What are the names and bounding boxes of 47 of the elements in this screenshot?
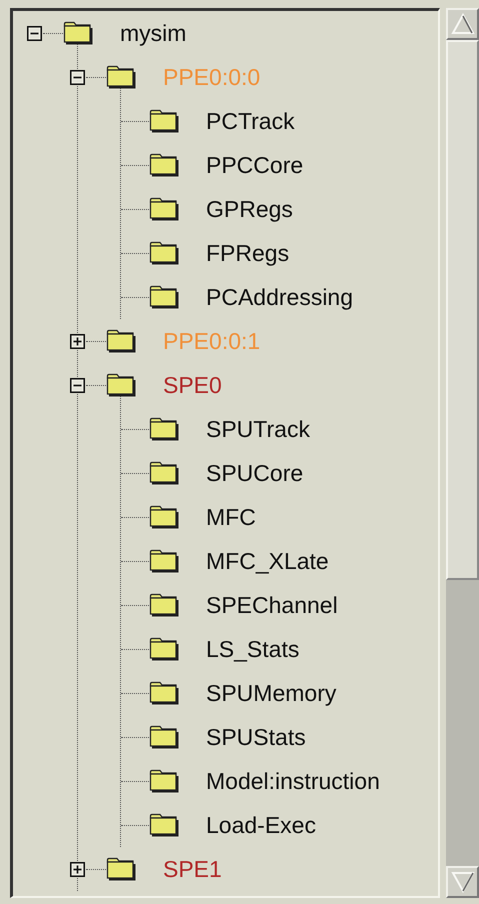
node-label[interactable]: SPE1: [163, 858, 222, 880]
folder-icon: [106, 857, 137, 881]
folder-icon: [149, 153, 180, 177]
folder-icon: [149, 549, 180, 573]
node-label[interactable]: PCAddressing: [206, 286, 354, 308]
node-label[interactable]: SPUCore: [206, 462, 304, 484]
collapse-toggle[interactable]: [27, 26, 42, 40]
folder-icon: [149, 285, 180, 309]
folder-icon: [149, 109, 180, 133]
folder-icon: [63, 21, 94, 45]
node-label[interactable]: SPUTrack: [206, 418, 310, 440]
folder-icon: [149, 813, 180, 837]
scroll-down-button[interactable]: [446, 866, 479, 898]
node-label[interactable]: GPRegs: [206, 198, 293, 220]
node-label[interactable]: SPUMemory: [206, 682, 336, 704]
folder-icon: [106, 373, 137, 397]
scrollbar-track[interactable]: [446, 8, 479, 898]
collapse-toggle[interactable]: [70, 70, 85, 84]
folder-icon: [149, 417, 180, 441]
collapse-toggle[interactable]: [70, 378, 85, 392]
folder-icon: [149, 241, 180, 265]
node-label[interactable]: SPE0: [163, 374, 222, 396]
scrollbar-thumb[interactable]: [446, 40, 479, 580]
node-label[interactable]: SPUStats: [206, 726, 306, 748]
expand-toggle[interactable]: [70, 862, 85, 876]
node-label[interactable]: MFC_XLate: [206, 550, 329, 572]
node-label[interactable]: FPRegs: [206, 242, 290, 264]
node-label[interactable]: Load-Exec: [206, 814, 316, 836]
scroll-up-button[interactable]: [446, 8, 479, 40]
folder-icon: [149, 197, 180, 221]
node-label[interactable]: LS_Stats: [206, 638, 300, 660]
node-label[interactable]: Model:instruction: [206, 770, 380, 792]
folder-icon: [149, 681, 180, 705]
expand-toggle[interactable]: [70, 334, 85, 348]
folder-icon: [149, 725, 180, 749]
folder-icon: [149, 593, 180, 617]
folder-icon: [106, 65, 137, 89]
folder-icon: [149, 461, 180, 485]
folder-icon: [149, 769, 180, 793]
node-label[interactable]: SPEChannel: [206, 594, 338, 616]
folder-icon: [149, 637, 180, 661]
folder-icon: [106, 329, 137, 353]
node-label[interactable]: PCTrack: [206, 110, 295, 132]
folder-icon: [149, 505, 180, 529]
node-label[interactable]: mysim: [120, 22, 186, 44]
node-label[interactable]: PPCCore: [206, 154, 304, 176]
node-label[interactable]: MFC: [206, 506, 256, 528]
